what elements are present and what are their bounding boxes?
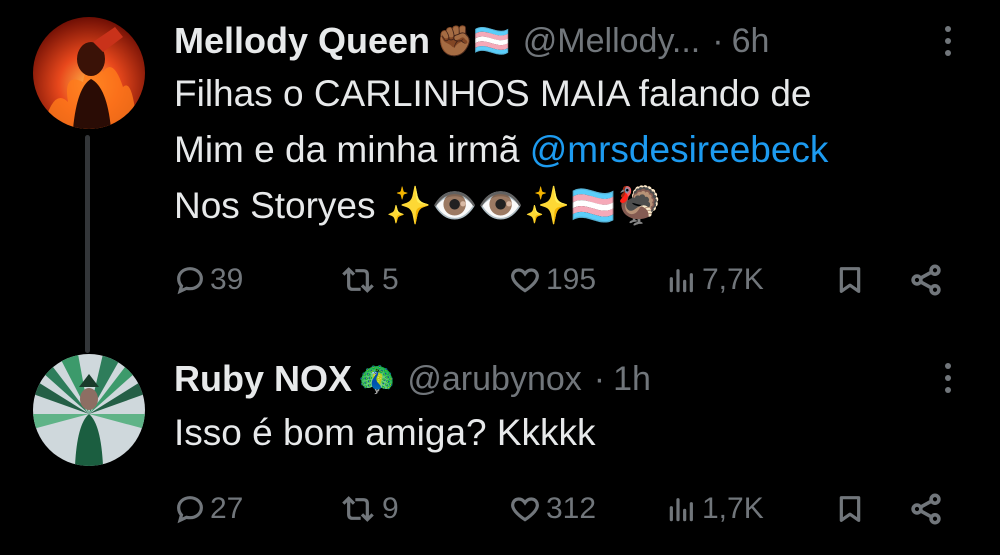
retweet-icon xyxy=(342,267,374,293)
retweet-button[interactable]: 9 xyxy=(338,484,399,534)
views-button[interactable]: 7,7K xyxy=(666,255,764,305)
name-emoji: ✊🏾🏳️‍⚧️ xyxy=(436,23,511,59)
username-handle[interactable]: @Mellody... xyxy=(523,22,701,61)
share-button[interactable] xyxy=(908,484,944,534)
views-count: 1,7K xyxy=(702,492,764,525)
tweet-text-line: Filhas o CARLINHOS MAIA falando de xyxy=(174,73,812,114)
tweet-header: Ruby NOX 🦚 @arubynox · 1h xyxy=(174,354,651,404)
views-icon xyxy=(669,498,693,522)
retweet-button[interactable]: 5 xyxy=(338,255,399,305)
separator-dot: · xyxy=(593,359,606,398)
reply-icon xyxy=(177,496,203,524)
bookmark-button[interactable] xyxy=(834,255,866,305)
separator-dot: · xyxy=(712,21,724,60)
views-icon xyxy=(669,269,693,293)
reply-count: 27 xyxy=(210,492,244,525)
share-button[interactable] xyxy=(908,255,944,305)
tweet-actions: 39 5 195 7,7K xyxy=(170,255,960,305)
bookmark-icon xyxy=(839,496,861,522)
like-count: 195 xyxy=(546,263,597,296)
more-icon xyxy=(945,26,951,32)
heart-icon xyxy=(511,268,539,293)
username-handle[interactable]: @arubynox xyxy=(407,360,581,399)
like-button[interactable]: 312 xyxy=(508,484,596,534)
display-name[interactable]: Mellody Queen xyxy=(174,20,430,62)
share-icon xyxy=(911,264,941,296)
avatar-image xyxy=(33,354,145,466)
display-name[interactable]: Ruby NOX xyxy=(174,358,352,400)
reply-icon xyxy=(177,267,203,295)
bookmark-icon xyxy=(839,267,861,293)
bookmark-button[interactable] xyxy=(834,484,866,534)
thread-connector-line xyxy=(85,135,90,353)
avatar[interactable] xyxy=(33,354,145,466)
reply-button[interactable]: 39 xyxy=(174,255,243,305)
name-emoji: 🦚 xyxy=(358,361,396,397)
avatar[interactable] xyxy=(33,17,145,129)
retweet-count: 9 xyxy=(382,492,399,525)
more-options-button[interactable] xyxy=(938,21,958,61)
reply-count: 39 xyxy=(210,263,244,296)
reply-button[interactable]: 27 xyxy=(174,484,243,534)
timestamp[interactable]: 6h xyxy=(732,22,770,61)
tweet-text: Isso é bom amiga? Kkkkk xyxy=(174,405,596,461)
tweet-actions: 27 9 312 1,7K xyxy=(170,484,960,534)
tweet-header: Mellody Queen ✊🏾🏳️‍⚧️ @Mellody... · 6h xyxy=(174,16,769,66)
retweet-count: 5 xyxy=(382,263,399,296)
mention-link[interactable]: @mrsdesireebeck xyxy=(530,129,829,170)
tweet-text: Filhas o CARLINHOS MAIA falando de Mim e… xyxy=(174,66,828,234)
tweet-text-line: Nos Storyes ✨👁️👁️✨🏳️‍⚧️🦃 xyxy=(174,185,663,226)
avatar-image xyxy=(33,17,145,129)
tweet-text-line: Isso é bom amiga? Kkkkk xyxy=(174,412,596,453)
views-button[interactable]: 1,7K xyxy=(666,484,764,534)
like-button[interactable]: 195 xyxy=(508,255,596,305)
heart-icon xyxy=(511,497,539,522)
share-icon xyxy=(911,493,941,525)
more-icon xyxy=(945,363,951,369)
views-count: 7,7K xyxy=(702,263,764,296)
more-options-button[interactable] xyxy=(938,358,958,398)
retweet-icon xyxy=(342,496,374,522)
tweet-text-fragment: Mim e da minha irmã xyxy=(174,129,530,170)
timestamp[interactable]: 1h xyxy=(613,360,651,399)
like-count: 312 xyxy=(546,492,597,525)
tweet-text-line: Mim e da minha irmã @mrsdesireebeck xyxy=(174,122,828,178)
